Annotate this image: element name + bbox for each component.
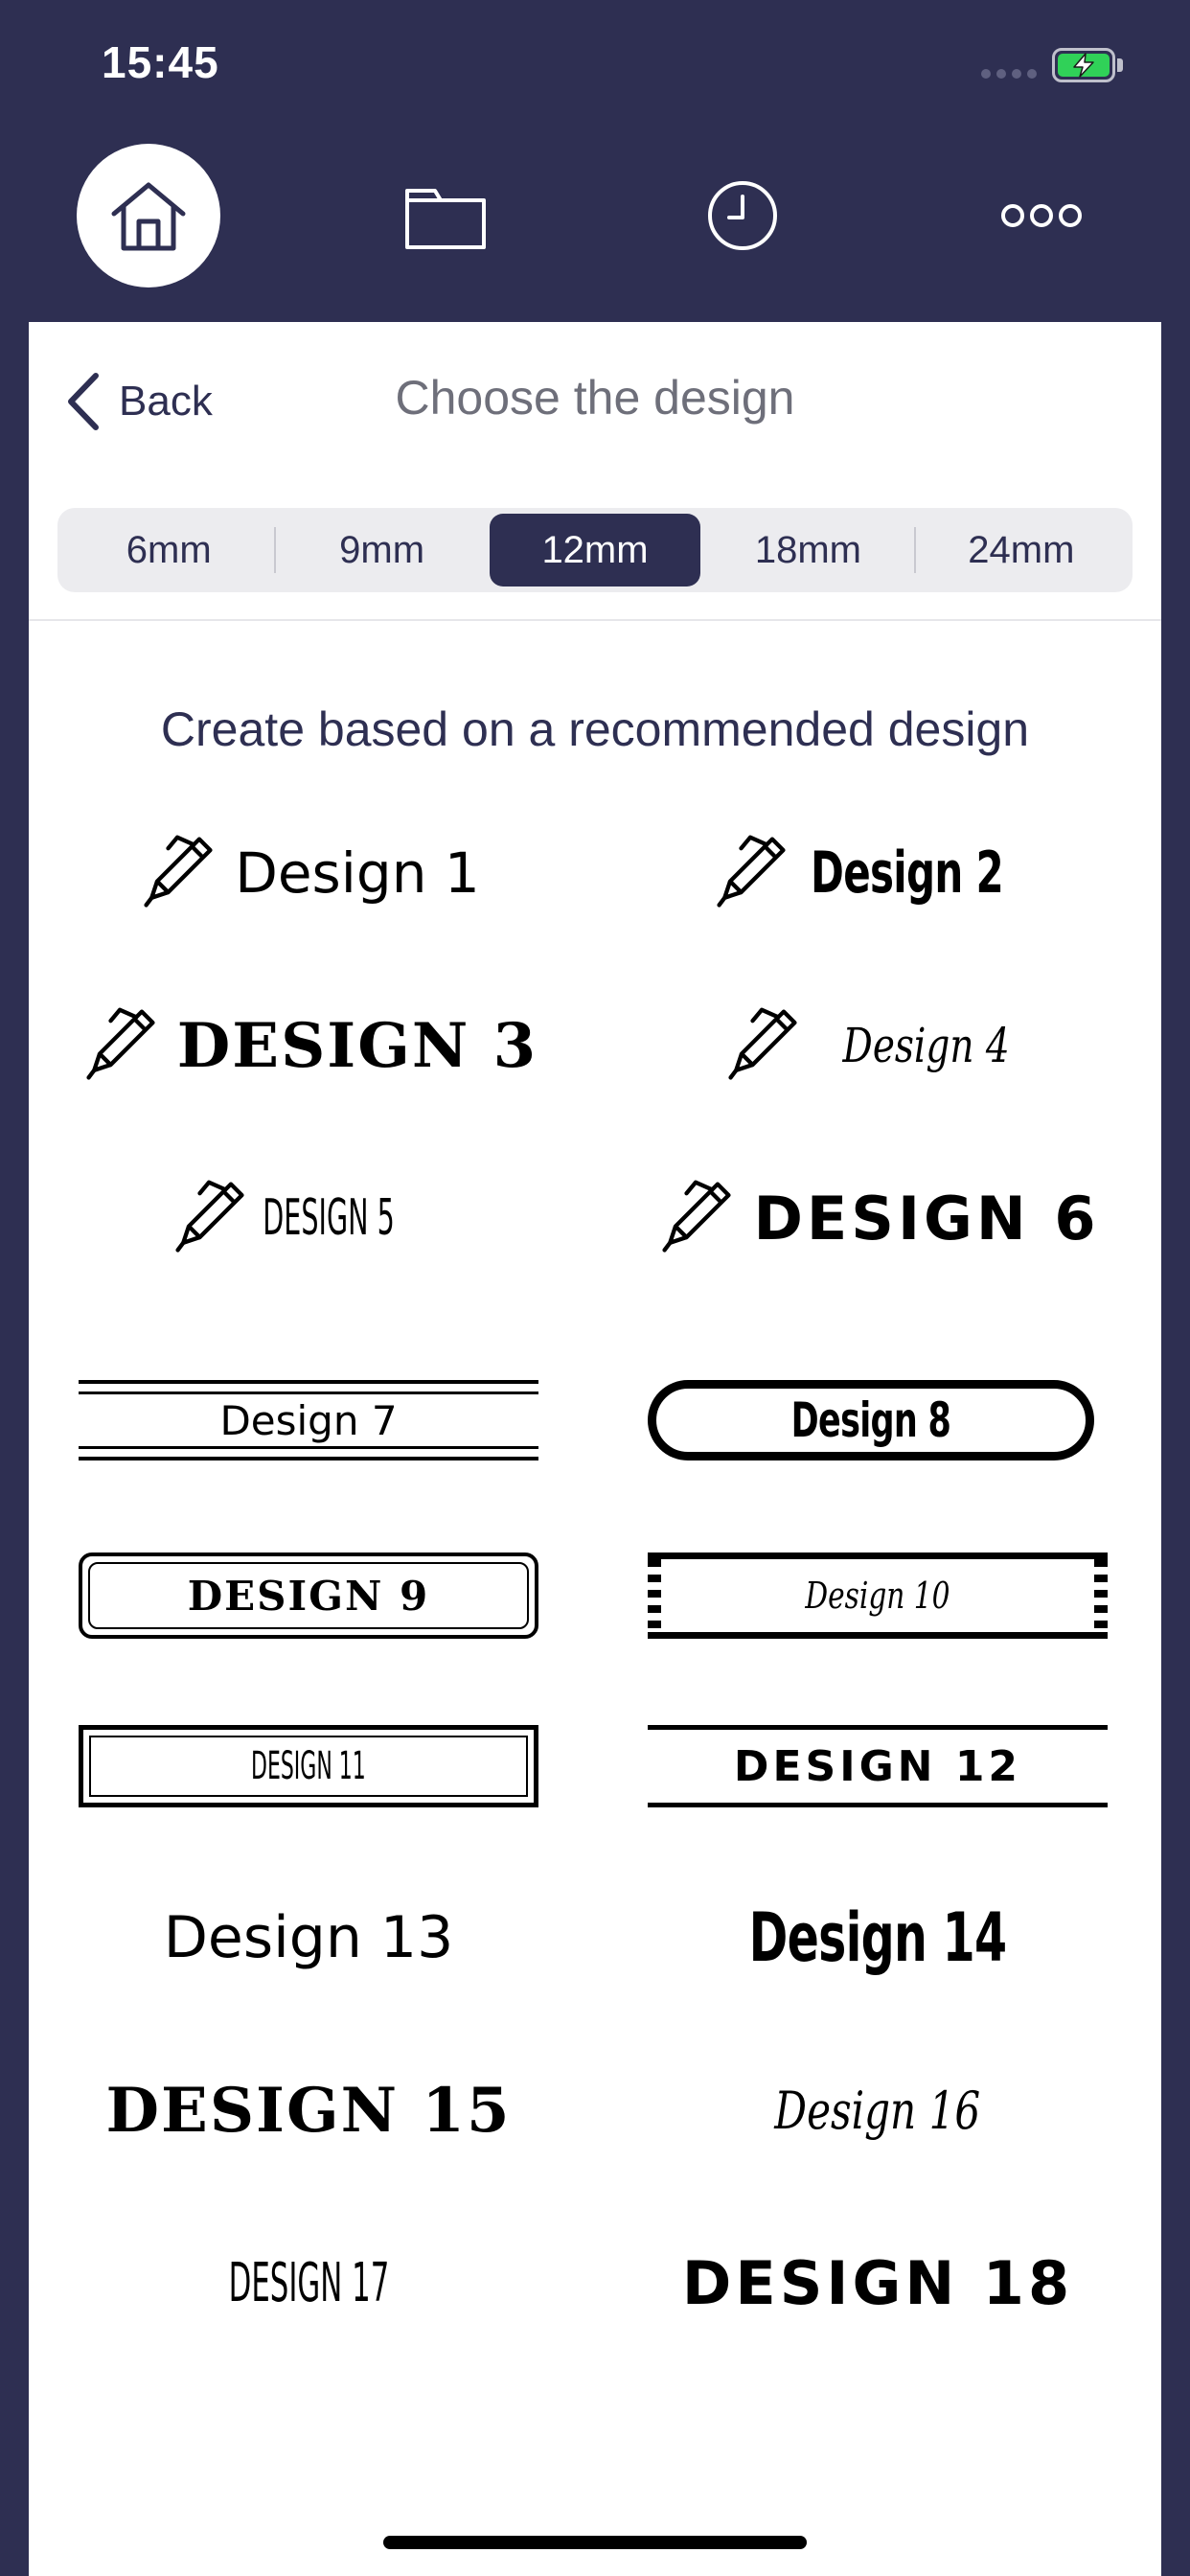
design-16-card[interactable]: Design 16 bbox=[648, 2058, 1108, 2163]
design-label: Design 8 bbox=[790, 1392, 951, 1448]
design-label: Design 13 bbox=[163, 1904, 454, 1971]
pen-icon bbox=[721, 1004, 804, 1087]
design-6-card[interactable]: DESIGN 6 bbox=[648, 1165, 1108, 1271]
nav-more-button[interactable] bbox=[970, 144, 1113, 288]
status-time: 15:45 bbox=[102, 37, 219, 87]
design-8-card[interactable]: Design 8 bbox=[648, 1380, 1094, 1460]
design-15-card[interactable]: DESIGN 15 bbox=[79, 2058, 538, 2163]
top-nav bbox=[0, 134, 1190, 322]
design-3-card[interactable]: DESIGN 3 bbox=[79, 993, 538, 1098]
design-label: Design 14 bbox=[748, 1898, 1007, 1977]
design-9-card[interactable]: DESIGN 9 bbox=[79, 1552, 538, 1639]
section-title: Create based on a recommended design bbox=[160, 702, 1030, 756]
stripe-border-left bbox=[648, 1559, 661, 1632]
design-11-card[interactable]: DESIGN 11 bbox=[79, 1725, 538, 1807]
design-18-card[interactable]: DESIGN 18 bbox=[648, 2230, 1108, 2335]
design-label: DESIGN 3 bbox=[176, 1009, 538, 1082]
tape-size-18mm[interactable]: 18mm bbox=[702, 514, 913, 586]
design-10-card[interactable]: Design 10 bbox=[648, 1552, 1108, 1639]
design-17-card[interactable]: DESIGN 17 bbox=[79, 2230, 538, 2335]
design-13-card[interactable]: Design 13 bbox=[79, 1885, 538, 1990]
pen-icon bbox=[655, 1177, 738, 1259]
pen-icon bbox=[137, 832, 219, 914]
design-1-card[interactable]: Design 1 bbox=[79, 820, 538, 926]
design-7-card[interactable]: Design 7 bbox=[79, 1380, 538, 1460]
battery-cap bbox=[1117, 58, 1123, 72]
nav-history-button[interactable] bbox=[671, 144, 814, 288]
design-label: DESIGN 11 bbox=[251, 1744, 366, 1788]
nav-home-button[interactable] bbox=[77, 144, 220, 288]
design-2-card[interactable]: Design 2 bbox=[648, 820, 1108, 926]
panel-header: Choose the design Back bbox=[29, 322, 1161, 475]
design-label: DESIGN 17 bbox=[228, 2251, 389, 2314]
more-icon bbox=[1001, 204, 1082, 227]
clock-icon bbox=[708, 181, 777, 250]
design-12-card[interactable]: DESIGN 12 bbox=[648, 1725, 1108, 1807]
tape-size-12mm[interactable]: 12mm bbox=[489, 514, 701, 586]
design-label: DESIGN 18 bbox=[681, 2247, 1074, 2318]
design-label: DESIGN 9 bbox=[187, 1572, 430, 1620]
home-indicator[interactable] bbox=[383, 2536, 807, 2549]
battery-icon bbox=[1052, 48, 1115, 82]
stripe-border-right bbox=[1094, 1559, 1108, 1632]
pen-icon bbox=[710, 832, 792, 914]
chevron-left-icon bbox=[68, 373, 99, 430]
design-5-card[interactable]: DESIGN 5 bbox=[79, 1165, 538, 1271]
status-bar: 15:45 bbox=[0, 0, 1190, 134]
tape-size-6mm[interactable]: 6mm bbox=[63, 514, 274, 586]
design-label: DESIGN 5 bbox=[263, 1189, 395, 1247]
design-label: DESIGN 15 bbox=[105, 2074, 512, 2147]
design-label: Design 4 bbox=[842, 1018, 1011, 1073]
nav-folder-button[interactable] bbox=[374, 144, 517, 288]
signal-icon bbox=[981, 69, 1037, 79]
design-label: Design 1 bbox=[235, 840, 480, 906]
design-label: Design 7 bbox=[219, 1396, 398, 1444]
design-label: Design 2 bbox=[811, 840, 1005, 907]
tape-size-selector: 6mm 9mm 12mm 18mm 24mm bbox=[57, 508, 1133, 592]
design-label: Design 10 bbox=[805, 1575, 950, 1617]
tape-size-9mm[interactable]: 9mm bbox=[276, 514, 487, 586]
design-label: DESIGN 6 bbox=[753, 1183, 1100, 1254]
back-label: Back bbox=[119, 378, 213, 425]
design-panel: Choose the design Back 6mm 9mm 12mm 18mm… bbox=[29, 322, 1161, 2576]
tape-size-24mm[interactable]: 24mm bbox=[916, 514, 1127, 586]
divider bbox=[29, 619, 1161, 621]
design-label: Design 16 bbox=[774, 2080, 981, 2141]
design-14-card[interactable]: Design 14 bbox=[648, 1885, 1108, 1990]
folder-icon bbox=[405, 189, 486, 249]
home-icon bbox=[111, 182, 186, 251]
back-button[interactable]: Back bbox=[65, 368, 213, 435]
pen-icon bbox=[169, 1177, 251, 1259]
design-4-card[interactable]: Design 4 bbox=[648, 993, 1108, 1098]
design-label: DESIGN 12 bbox=[733, 1741, 1022, 1791]
pen-icon bbox=[80, 1004, 162, 1087]
